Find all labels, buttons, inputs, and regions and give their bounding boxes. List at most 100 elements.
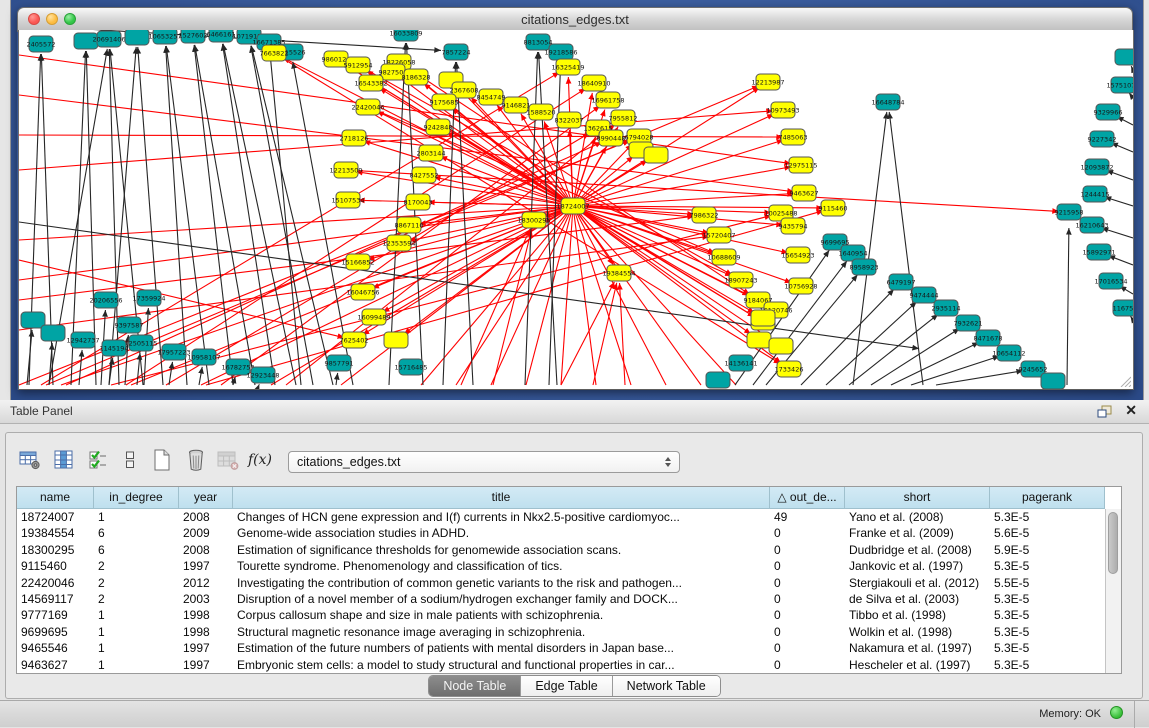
table-row[interactable]: 969969511998Structural magnetic resonanc… <box>17 624 1105 640</box>
scrollbar-thumb[interactable] <box>1108 512 1118 574</box>
network-node[interactable]: 9215958 <box>1055 204 1084 220</box>
network-node[interactable]: 1527602 <box>179 30 208 43</box>
selected-network-node[interactable] <box>769 338 793 354</box>
selected-network-node[interactable]: 8186328 <box>402 69 431 85</box>
network-node[interactable]: 6466161 <box>207 30 236 42</box>
selected-network-node[interactable]: 16543382 <box>354 75 387 91</box>
network-node[interactable]: 8471678 <box>974 330 1003 346</box>
table-row[interactable]: 946362711997Embryonic stem cells: a mode… <box>17 657 1105 673</box>
network-node[interactable] <box>706 372 730 388</box>
column-header-in-degree[interactable]: in_degree <box>94 487 179 509</box>
table-vertical-scrollbar[interactable] <box>1105 509 1121 673</box>
canvas-resize-grip[interactable] <box>1117 373 1131 387</box>
selected-network-node[interactable] <box>644 147 668 163</box>
selected-network-node[interactable]: 16046756 <box>346 284 379 300</box>
network-canvas[interactable]: 2405572 20691406 1065325715276026466161 107… <box>18 30 1134 390</box>
network-window-titlebar[interactable]: citations_edges.txt <box>17 7 1133 32</box>
selected-network-node[interactable]: 9175685 <box>430 94 459 110</box>
network-node[interactable]: 10653257 <box>148 30 181 44</box>
network-node[interactable]: 15751074 <box>1106 77 1133 93</box>
selected-network-node[interactable]: 10688609 <box>707 249 740 265</box>
row-selection-options-button[interactable] <box>84 446 112 474</box>
network-node[interactable]: 2935114 <box>932 300 961 316</box>
network-node[interactable]: 15892971 <box>1082 244 1115 260</box>
network-node[interactable]: 16210643 <box>1075 217 1108 233</box>
network-node[interactable] <box>41 325 65 341</box>
tab-network-table[interactable]: Network Table <box>612 676 720 696</box>
function-builder-button[interactable]: f(x) <box>246 446 274 474</box>
network-node[interactable]: 9397587 <box>115 317 144 333</box>
selected-network-node[interactable]: 7955812 <box>609 110 638 126</box>
network-node[interactable]: 17957223 <box>157 344 190 360</box>
selected-network-node[interactable]: 1588520 <box>527 104 556 120</box>
selected-network-node[interactable]: 2803144 <box>417 145 446 161</box>
selected-network-node[interactable]: 8170043 <box>404 194 433 210</box>
column-visibility-button[interactable] <box>50 446 78 474</box>
selected-network-node[interactable]: 8990448 <box>597 130 626 146</box>
selected-network-node[interactable]: 8322037 <box>555 112 584 128</box>
merge-tables-button[interactable] <box>116 446 144 474</box>
table-row[interactable]: 946554611997Estimation of the future num… <box>17 640 1105 656</box>
selected-network-node[interactable]: 22420046 <box>351 99 384 115</box>
selected-network-node[interactable]: 16325419 <box>551 59 584 75</box>
selected-network-node[interactable]: 7986322 <box>690 207 719 223</box>
new-table-button[interactable] <box>148 446 176 474</box>
network-node[interactable]: 12093872 <box>1080 159 1113 175</box>
network-node[interactable]: 2405572 <box>27 36 56 52</box>
network-node[interactable]: 12505115 <box>124 335 157 351</box>
tab-edge-table[interactable]: Edge Table <box>520 676 611 696</box>
network-node[interactable]: 9474444 <box>910 287 939 303</box>
network-node[interactable]: 20691406 <box>92 31 125 47</box>
network-node[interactable]: 16648784 <box>871 94 904 110</box>
network-node[interactable]: 10958107 <box>187 349 220 365</box>
float-panel-icon[interactable] <box>1097 405 1113 419</box>
network-node[interactable]: 9857791 <box>325 355 354 371</box>
network-node[interactable]: 12942737 <box>66 332 99 348</box>
selected-network-node[interactable]: 18724007 <box>556 198 589 214</box>
selected-network-node[interactable]: 15107534 <box>331 192 364 208</box>
selected-network-node[interactable] <box>384 332 408 348</box>
selected-network-node[interactable]: 9463627 <box>790 185 819 201</box>
close-panel-icon[interactable]: ✕ <box>1125 402 1137 419</box>
network-node[interactable]: 6479197 <box>887 274 916 290</box>
selected-network-node[interactable]: 18640910 <box>577 75 610 91</box>
selected-network-node[interactable]: 7485063 <box>779 129 808 145</box>
network-node[interactable]: 7857224 <box>442 44 471 60</box>
network-node[interactable]: 14136141 <box>724 355 757 371</box>
network-node[interactable]: 116753 <box>1113 300 1133 316</box>
selected-network-node[interactable]: 10756928 <box>784 278 817 294</box>
network-node[interactable]: 1145194 <box>100 340 129 356</box>
selected-network-node[interactable]: 18907243 <box>724 272 757 288</box>
selected-network-node[interactable]: 19384554 <box>602 265 635 281</box>
table-row[interactable]: 977716911998Corpus callosum shape and si… <box>17 607 1105 623</box>
selected-network-node[interactable]: 8427552 <box>410 167 439 183</box>
network-node[interactable]: 12923448 <box>246 367 279 383</box>
selected-network-node[interactable]: 10973493 <box>766 102 799 118</box>
delete-table-button[interactable] <box>182 446 210 474</box>
network-node[interactable]: 16033809 <box>389 30 422 41</box>
network-node[interactable] <box>1041 373 1065 389</box>
selected-network-node[interactable]: 2718126 <box>340 130 369 146</box>
column-header-title[interactable]: title <box>233 487 770 509</box>
table-selector-dropdown[interactable]: citations_edges.txt <box>288 451 680 473</box>
selected-network-node[interactable]: 15654923 <box>781 247 814 263</box>
selected-network-node[interactable]: 18300295 <box>517 212 550 228</box>
selected-network-node[interactable]: 9435794 <box>779 218 808 234</box>
column-header-name[interactable]: name <box>17 487 94 509</box>
selected-network-node[interactable]: 12975115 <box>784 157 817 173</box>
selected-network-node[interactable]: 5912954 <box>344 57 373 73</box>
selected-network-node[interactable]: 7663822 <box>260 45 289 61</box>
tab-node-table[interactable]: Node Table <box>429 676 520 696</box>
column-header-short[interactable]: short <box>845 487 990 509</box>
network-node[interactable]: 10654112 <box>992 345 1025 361</box>
selected-network-node[interactable]: 12213509 <box>329 162 362 178</box>
selected-network-node[interactable] <box>747 332 771 348</box>
column-header-year[interactable]: year <box>179 487 233 509</box>
table-row[interactable]: 1872400712008Changes of HCN gene express… <box>17 509 1105 525</box>
network-node[interactable]: 9329966 <box>1094 104 1123 120</box>
selected-network-node[interactable]: 15720407 <box>702 227 735 243</box>
column-header-out-de-[interactable]: △ out_de... <box>770 487 845 509</box>
network-node[interactable]: 8958923 <box>850 259 879 275</box>
table-row[interactable]: 1830029562008Estimation of significance … <box>17 542 1105 558</box>
table-row[interactable]: 911546021997Tourette syndrome. Phenomeno… <box>17 558 1105 574</box>
